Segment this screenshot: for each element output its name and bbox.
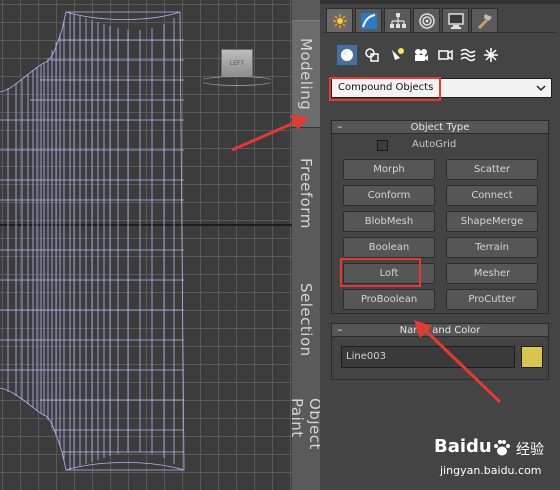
terrain-button[interactable]: Terrain bbox=[446, 237, 538, 258]
tab-object-paint[interactable]: Object Paint bbox=[288, 398, 324, 490]
blobmesh-button[interactable]: BlobMesh bbox=[343, 211, 435, 232]
shapes-icon bbox=[365, 48, 379, 62]
baidu-paw-icon bbox=[494, 440, 510, 456]
helpers-button[interactable] bbox=[434, 44, 456, 66]
tab-modeling-label: Modeling bbox=[297, 37, 315, 111]
systems-icon bbox=[484, 48, 498, 62]
mesher-button[interactable]: Mesher bbox=[446, 263, 538, 284]
category-dropdown-value: Compound Objects bbox=[338, 82, 434, 93]
command-panel: Compound Objects – Object Type AutoGrid … bbox=[320, 0, 560, 490]
lights-button[interactable] bbox=[386, 44, 408, 66]
display-icon bbox=[447, 12, 464, 29]
autogrid-checkbox[interactable] bbox=[377, 140, 388, 151]
scatter-button[interactable]: Scatter bbox=[446, 159, 538, 180]
space-warps-icon bbox=[460, 48, 476, 62]
modify-tab[interactable] bbox=[355, 8, 382, 32]
baidu-jingyan-watermark: Baidu 经验 jingyan.baidu.com bbox=[432, 436, 560, 490]
watermark-logo-text: Bai bbox=[434, 436, 467, 457]
cameras-icon bbox=[415, 49, 428, 61]
panel-top-bar bbox=[320, 0, 560, 4]
tab-row-divider bbox=[324, 32, 556, 33]
geometry-icon bbox=[341, 49, 353, 61]
utilities-tab[interactable] bbox=[471, 8, 498, 32]
object-name-field[interactable]: Line003 bbox=[341, 346, 515, 368]
procutter-button[interactable]: ProCutter bbox=[446, 289, 538, 310]
name-and-color-rollout-header[interactable]: – Name and Color bbox=[331, 323, 549, 337]
space-warps-button[interactable] bbox=[457, 44, 479, 66]
watermark-logo: Baidu bbox=[434, 436, 492, 457]
helpers-icon bbox=[438, 49, 453, 61]
watermark-jingyan: 经验 bbox=[516, 442, 544, 458]
connect-button[interactable]: Connect bbox=[446, 185, 538, 206]
conform-button[interactable]: Conform bbox=[343, 185, 435, 206]
modify-icon bbox=[360, 12, 377, 29]
left-viewport[interactable]: LEFT bbox=[0, 0, 292, 490]
watermark-url: jingyan.baidu.com bbox=[440, 464, 542, 477]
create-tab[interactable] bbox=[326, 8, 353, 33]
object-type-rollout-header[interactable]: – Object Type bbox=[331, 120, 549, 134]
motion-tab[interactable] bbox=[413, 8, 440, 32]
object-name-value: Line003 bbox=[346, 351, 386, 362]
proboolean-button[interactable]: ProBoolean bbox=[343, 289, 435, 310]
viewcube-label: LEFT bbox=[229, 60, 245, 67]
chevron-down-icon bbox=[536, 85, 546, 92]
tab-freeform-label: Freeform bbox=[297, 157, 315, 229]
watermark-logo-text-2: du bbox=[466, 436, 492, 457]
tab-modeling[interactable]: Modeling bbox=[292, 20, 320, 128]
utilities-icon bbox=[477, 13, 492, 29]
hierarchy-icon bbox=[389, 12, 406, 28]
cameras-button[interactable] bbox=[410, 44, 432, 66]
object-type-title: Object Type bbox=[410, 122, 470, 133]
shapes-button[interactable] bbox=[361, 44, 383, 66]
lights-icon bbox=[392, 48, 404, 60]
ribbon-tabs: Modeling Freeform Selection Object Paint bbox=[288, 0, 324, 490]
boolean-button[interactable]: Boolean bbox=[343, 237, 435, 258]
morph-button[interactable]: Morph bbox=[343, 159, 435, 180]
object-color-swatch[interactable] bbox=[521, 346, 543, 368]
category-dropdown[interactable]: Compound Objects bbox=[331, 78, 552, 98]
create-icon bbox=[332, 14, 347, 28]
viewcube-compass[interactable] bbox=[200, 76, 274, 86]
autogrid-label: AutoGrid bbox=[412, 139, 457, 150]
tab-freeform[interactable]: Freeform bbox=[292, 150, 320, 236]
display-tab[interactable] bbox=[442, 8, 469, 32]
tab-selection-label: Selection bbox=[297, 283, 315, 357]
motion-icon bbox=[418, 12, 435, 29]
shapemerge-button[interactable]: ShapeMerge bbox=[446, 211, 538, 232]
tab-object-paint-label: Object Paint bbox=[288, 398, 324, 450]
systems-button[interactable] bbox=[480, 44, 502, 66]
tab-selection[interactable]: Selection bbox=[292, 275, 320, 365]
geometry-button[interactable] bbox=[336, 44, 358, 66]
hierarchy-tab[interactable] bbox=[384, 8, 411, 32]
viewcube[interactable]: LEFT bbox=[221, 49, 253, 77]
loft-button[interactable]: Loft bbox=[343, 263, 435, 284]
name-and-color-title: Name and Color bbox=[399, 325, 481, 336]
